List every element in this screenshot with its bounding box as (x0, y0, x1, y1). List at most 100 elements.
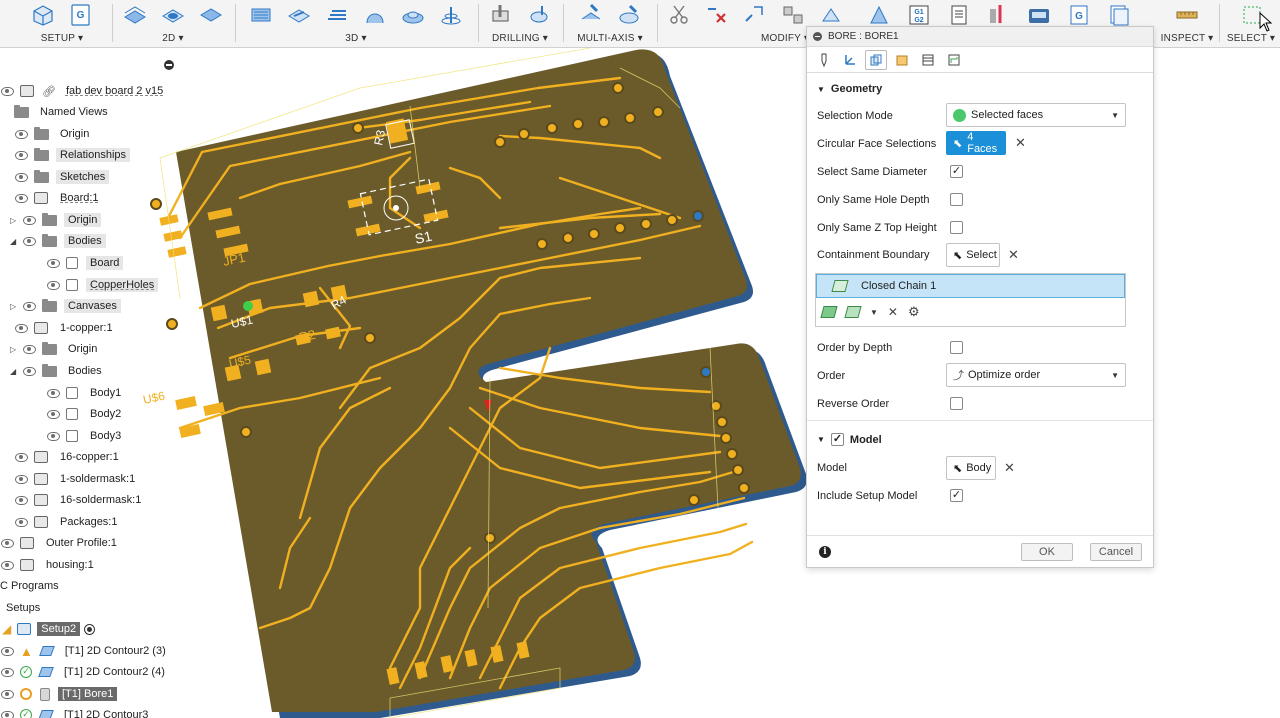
same-depth-checkbox[interactable] (950, 193, 963, 206)
drill-icon[interactable] (488, 3, 514, 27)
nc-program-icon[interactable]: G (1066, 3, 1092, 27)
eye-icon[interactable] (14, 172, 28, 182)
clear-selection-icon[interactable]: ✕ (1015, 135, 1026, 151)
order-dropdown[interactable]: ⤴ Optimize order ▼ (946, 363, 1126, 387)
scallop-icon[interactable] (400, 3, 426, 27)
tree-row-bore1[interactable]: [T1] Bore1 (0, 685, 118, 703)
eye-icon[interactable] (14, 495, 28, 505)
tree-row-16-soldermask[interactable]: 16-soldermask:1 (14, 491, 145, 509)
tree-row-setup2[interactable]: ◢ Setup2 (2, 620, 96, 638)
tree-row-canvases[interactable]: ▷ Canvases (10, 297, 121, 315)
tree-row-housing[interactable]: housing:1 (0, 556, 98, 574)
eye-icon[interactable] (14, 150, 28, 160)
tree-root[interactable]: 🔗︎ fab dev board 2 v15 (0, 82, 167, 100)
tree-row-sketches[interactable]: Sketches (14, 168, 110, 186)
info-icon[interactable]: i (819, 546, 831, 558)
tree-row-body-copperholes[interactable]: CopperHoles (46, 276, 159, 294)
post-process-icon[interactable]: G1G2 (906, 3, 932, 27)
model-section-checkbox[interactable]: ✓ (830, 433, 844, 446)
include-setup-checkbox[interactable]: ✓ (950, 489, 963, 502)
pcb-board[interactable] (176, 49, 801, 712)
scissors-icon[interactable] (666, 3, 692, 27)
model-section-header[interactable]: ▼ ✓ Model (817, 433, 882, 446)
inspect-menu[interactable]: INSPECT ▾ (1156, 33, 1218, 44)
2d-menu[interactable]: 2D ▾ (114, 33, 232, 44)
expand-icon[interactable]: ▷ (10, 345, 20, 354)
gear-icon[interactable]: ⚙ (908, 304, 920, 320)
eye-icon[interactable] (46, 409, 60, 419)
tree-row-body1[interactable]: Body1 (46, 384, 125, 402)
eye-icon[interactable] (0, 689, 14, 699)
eye-icon[interactable] (46, 431, 60, 441)
multi-axis-contour-icon[interactable] (616, 3, 642, 27)
swarf-icon[interactable] (578, 3, 604, 27)
drilling-group[interactable]: DRILLING ▾ (480, 0, 560, 48)
eye-icon[interactable] (0, 667, 14, 677)
dialog-titlebar[interactable]: BORE : BORE1 (807, 27, 1153, 47)
dialog-minimize-icon[interactable] (813, 32, 822, 41)
same-z-checkbox[interactable] (950, 221, 963, 234)
add-chain-alt-icon[interactable] (844, 306, 862, 318)
eye-icon[interactable] (0, 646, 14, 656)
eye-icon[interactable] (14, 323, 28, 333)
transform-icon[interactable] (818, 3, 844, 27)
tab-tool[interactable] (813, 50, 835, 70)
eye-icon[interactable] (14, 517, 28, 527)
eye-icon[interactable] (14, 129, 28, 139)
new-setup-icon[interactable] (30, 3, 56, 27)
setup-group[interactable]: G SETUP ▾ (12, 0, 112, 48)
eye-icon[interactable] (0, 538, 14, 548)
clear-model-icon[interactable]: ✕ (1004, 460, 1015, 476)
ok-button[interactable]: OK (1021, 543, 1073, 561)
tab-linking[interactable] (943, 50, 965, 70)
tree-row-packages[interactable]: Packages:1 (14, 513, 121, 531)
eye-icon[interactable] (0, 560, 14, 570)
eye-icon[interactable] (22, 215, 36, 225)
collapse-icon[interactable]: ◢ (10, 237, 20, 246)
eye-icon[interactable] (46, 258, 60, 268)
tree-row-origin[interactable]: Origin (14, 125, 93, 143)
eye-icon[interactable] (46, 388, 60, 398)
eye-icon[interactable] (22, 344, 36, 354)
collapse-icon[interactable]: ◢ (10, 367, 20, 376)
select-menu[interactable]: SELECT ▾ (1222, 33, 1280, 44)
reverse-order-checkbox[interactable] (950, 397, 963, 410)
tree-row-body2[interactable]: Body2 (46, 405, 125, 423)
tree-row-outer-profile[interactable]: Outer Profile:1 (0, 534, 121, 552)
tree-row-board[interactable]: Board:1 (14, 189, 103, 207)
tool-library-icon[interactable] (986, 3, 1012, 27)
chevron-down-icon[interactable]: ▼ (870, 308, 878, 317)
multi-axis-menu[interactable]: MULTI-AXIS ▾ (566, 33, 654, 44)
machine-icon[interactable] (1026, 3, 1052, 27)
simulate-icon[interactable] (866, 3, 892, 27)
tab-geometry[interactable] (865, 49, 887, 70)
eye-icon[interactable] (22, 236, 36, 246)
tree-row-body3[interactable]: Body3 (46, 427, 125, 445)
spiral-icon[interactable] (438, 3, 464, 27)
viewport-canvas[interactable]: R3 S1 JP1 U$1 R4 R2 U$5 U$6 (120, 48, 810, 718)
same-diameter-checkbox[interactable]: ✓ (950, 165, 963, 178)
3d-menu[interactable]: 3D ▾ (238, 33, 474, 44)
bore-icon[interactable] (526, 3, 552, 27)
tree-row-copper-bodies[interactable]: ◢ Bodies (10, 362, 106, 380)
collapse-icon[interactable]: ▼ (817, 435, 825, 444)
tree-row-relationships[interactable]: Relationships (14, 146, 131, 164)
contour-icon[interactable] (362, 3, 388, 27)
eye-icon[interactable] (0, 86, 14, 96)
eye-icon[interactable] (14, 452, 28, 462)
tree-row-nc-programs[interactable]: C Programs (0, 577, 63, 595)
tab-passes[interactable] (917, 50, 939, 70)
circular-face-selection-button[interactable]: ⬉ 4 Faces (946, 131, 1006, 155)
pattern-icon[interactable] (780, 3, 806, 27)
add-chain-icon[interactable] (820, 306, 838, 318)
eye-icon[interactable] (14, 474, 28, 484)
tree-row-board-origin[interactable]: ▷ Origin (10, 211, 102, 229)
edit-toolpath-icon[interactable] (742, 3, 768, 27)
geometry-section-header[interactable]: ▼ Geometry (817, 83, 882, 95)
inspect-group[interactable]: INSPECT ▾ (1156, 0, 1218, 48)
tree-row-board-bodies[interactable]: ◢ Bodies (10, 232, 106, 250)
expand-icon[interactable]: ▷ (10, 302, 20, 311)
2d-adaptive-icon[interactable] (122, 3, 148, 27)
browser-collapse-button[interactable] (164, 60, 174, 70)
clear-containment-icon[interactable]: ✕ (1008, 247, 1019, 263)
